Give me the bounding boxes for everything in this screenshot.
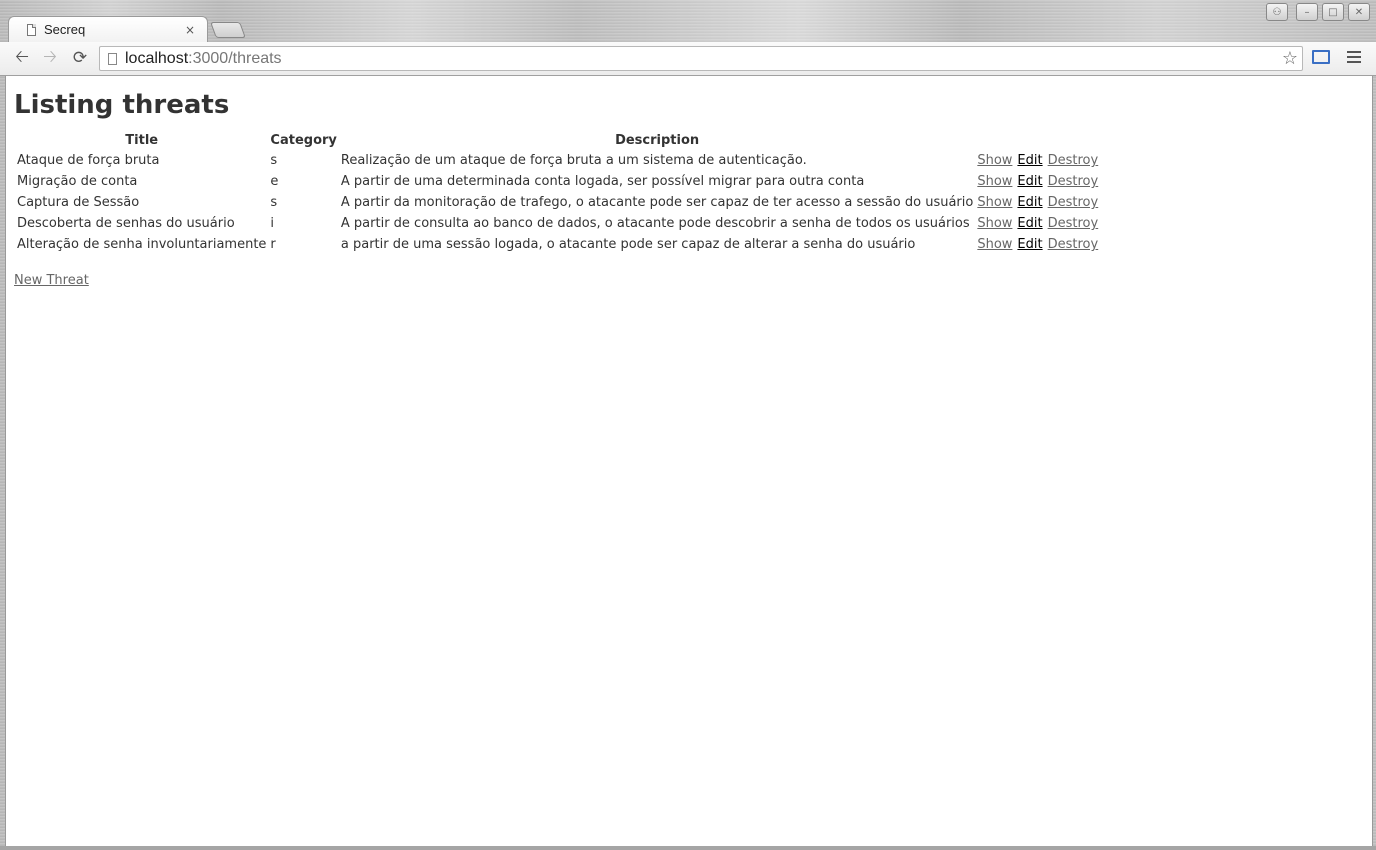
- destroy-link[interactable]: Destroy: [1048, 237, 1099, 252]
- browser-toolbar: 🡠 🡢 ⟳ localhost:3000/threats ☆: [0, 42, 1376, 76]
- table-header-row: Title Category Description: [16, 132, 1100, 149]
- threats-table: Title Category Description Ataque de for…: [14, 130, 1102, 256]
- threat-category: s: [270, 195, 278, 210]
- page-viewport: Listing threats Title Category Descripti…: [5, 76, 1373, 846]
- tab-close-icon[interactable]: ×: [183, 23, 197, 37]
- table-row: Migração de conta e A partir de uma dete…: [16, 172, 1100, 191]
- new-tab-button[interactable]: [210, 22, 246, 38]
- threat-description: A partir de uma determinada conta logada…: [340, 174, 865, 189]
- new-threat-link[interactable]: New Threat: [14, 273, 89, 288]
- destroy-link[interactable]: Destroy: [1048, 153, 1099, 168]
- show-link[interactable]: Show: [977, 195, 1012, 210]
- page-title: Listing threats: [14, 90, 230, 120]
- edit-link[interactable]: Edit: [1017, 195, 1042, 210]
- threat-title: Ataque de força bruta: [17, 153, 160, 168]
- edit-link[interactable]: Edit: [1017, 174, 1042, 189]
- edit-link[interactable]: Edit: [1017, 153, 1042, 168]
- threat-category: r: [270, 237, 276, 252]
- threat-description: Realização de um ataque de força bruta a…: [340, 153, 807, 168]
- page-icon: [27, 23, 36, 36]
- show-link[interactable]: Show: [977, 216, 1012, 231]
- destroy-link[interactable]: Destroy: [1048, 195, 1099, 210]
- url-host: localhost: [125, 49, 189, 67]
- column-header-actions: [1047, 132, 1101, 149]
- forward-arrow-icon[interactable]: 🡢: [39, 47, 61, 68]
- threat-description: A partir da monitoração de trafego, o at…: [340, 195, 974, 210]
- show-link[interactable]: Show: [977, 237, 1012, 252]
- back-arrow-icon[interactable]: 🡠: [11, 47, 33, 68]
- threat-description: a partir de uma sessão logada, o atacant…: [340, 237, 916, 252]
- show-link[interactable]: Show: [977, 174, 1012, 189]
- table-row: Captura de Sessão s A partir da monitora…: [16, 193, 1100, 212]
- address-bar[interactable]: localhost:3000/threats ☆: [99, 46, 1303, 71]
- maximize-button[interactable]: □: [1322, 3, 1344, 21]
- minimize-button[interactable]: –: [1296, 3, 1318, 21]
- show-link[interactable]: Show: [977, 153, 1012, 168]
- threat-title: Descoberta de senhas do usuário: [17, 216, 235, 231]
- table-row: Alteração de senha involuntariamente r a…: [16, 235, 1100, 254]
- bookmark-star-icon[interactable]: ☆: [1278, 48, 1302, 69]
- tab-title: Secreq: [44, 22, 86, 37]
- column-header-title: Title: [125, 133, 159, 148]
- column-header-category: Category: [270, 133, 337, 148]
- url-text[interactable]: localhost:3000/threats: [125, 50, 1278, 68]
- threat-title: Captura de Sessão: [17, 195, 140, 210]
- browser-window: Secreq × ⚇ – □ ✕ 🡠 🡢 ⟳ localhost:3000/th…: [0, 0, 1376, 850]
- tab-secreq[interactable]: Secreq ×: [8, 16, 208, 42]
- edit-link[interactable]: Edit: [1017, 216, 1042, 231]
- threat-description: A partir de consulta ao banco de dados, …: [340, 216, 970, 231]
- threat-title: Alteração de senha involuntariamente: [17, 237, 267, 252]
- threat-title: Migração de conta: [17, 174, 138, 189]
- column-header-actions: [976, 132, 1014, 149]
- threat-category: i: [270, 216, 275, 231]
- menu-icon[interactable]: [1347, 51, 1361, 65]
- table-row: Descoberta de senhas do usuário i A part…: [16, 214, 1100, 233]
- user-icon[interactable]: ⚇: [1266, 3, 1288, 21]
- threat-category: s: [270, 153, 278, 168]
- tab-strip: Secreq × ⚇ – □ ✕: [0, 0, 1376, 42]
- url-path: :3000/threats: [188, 49, 282, 67]
- close-window-button[interactable]: ✕: [1348, 3, 1370, 21]
- destroy-link[interactable]: Destroy: [1048, 174, 1099, 189]
- edit-link[interactable]: Edit: [1017, 237, 1042, 252]
- threat-category: e: [270, 174, 279, 189]
- page-icon: [108, 52, 117, 65]
- window-bottom-border: [0, 846, 1376, 850]
- column-header-actions: [1016, 132, 1044, 149]
- column-header-description: Description: [615, 133, 700, 148]
- reload-icon[interactable]: ⟳: [69, 48, 91, 68]
- cast-icon[interactable]: [1312, 50, 1330, 64]
- table-row: Ataque de força bruta s Realização de um…: [16, 151, 1100, 170]
- destroy-link[interactable]: Destroy: [1048, 216, 1099, 231]
